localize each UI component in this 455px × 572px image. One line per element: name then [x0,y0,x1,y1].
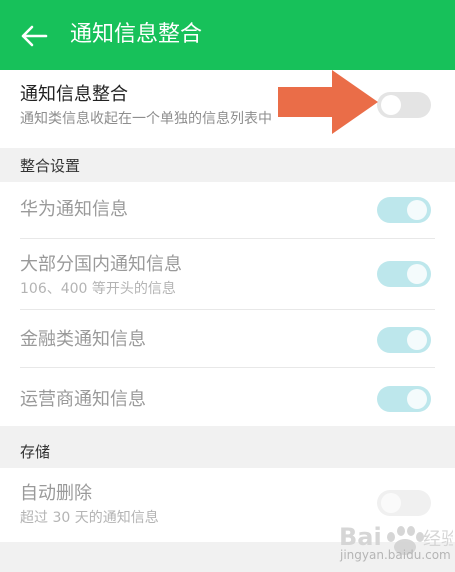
toggle-knob [381,493,401,513]
master-toggle-switch[interactable] [377,92,431,118]
list-item-finance-notifications[interactable]: 金融类通知信息 [0,310,455,368]
master-toggle-row[interactable]: 通知信息整合 通知类信息收起在一个单独的信息列表中 [0,70,455,148]
list-item-subtitle: 超过 30 天的通知信息 [20,510,159,526]
toggle-knob [407,264,427,284]
section-title: 整合设置 [20,157,81,175]
toggle-knob [407,389,427,409]
page-title: 通知信息整合 [70,22,203,47]
list-item-title: 大部分国内通知信息 [20,254,182,275]
master-toggle-subtitle: 通知类信息收起在一个单独的信息列表中 [20,111,272,127]
toggle-knob [407,200,427,220]
watermark-url: jingyan.baidu.com [340,548,451,562]
section-header-merge-settings: 整合设置 [0,148,455,182]
list-item-huawei-notifications[interactable]: 华为通知信息 [0,182,455,239]
section-title: 存储 [20,443,51,461]
toggle-knob [407,330,427,350]
list-item-domestic-notifications[interactable]: 大部分国内通知信息 106、400 等开头的信息 [0,239,455,310]
carrier-notifications-switch[interactable] [377,386,431,412]
list-item-title: 金融类通知信息 [20,329,146,350]
arrow-left-icon[interactable] [20,24,48,48]
list-item-title: 运营商通知信息 [20,389,146,410]
finance-notifications-switch[interactable] [377,327,431,353]
domestic-notifications-switch[interactable] [377,261,431,287]
arrow-right-icon [278,70,378,134]
svg-text:Bai: Bai [339,523,382,551]
master-toggle-title: 通知信息整合 [20,84,128,105]
app-bar: 通知信息整合 [0,0,455,70]
list-item-subtitle: 106、400 等开头的信息 [20,281,176,297]
list-item-carrier-notifications[interactable]: 运营商通知信息 [0,368,455,426]
toggle-knob [381,95,401,115]
section-header-storage: 存储 [0,426,455,468]
list-item-title: 自动删除 [20,483,92,504]
list-item-title: 华为通知信息 [20,199,128,220]
huawei-notifications-switch[interactable] [377,197,431,223]
auto-delete-switch[interactable] [377,490,431,516]
svg-text:经验: 经验 [423,529,453,550]
